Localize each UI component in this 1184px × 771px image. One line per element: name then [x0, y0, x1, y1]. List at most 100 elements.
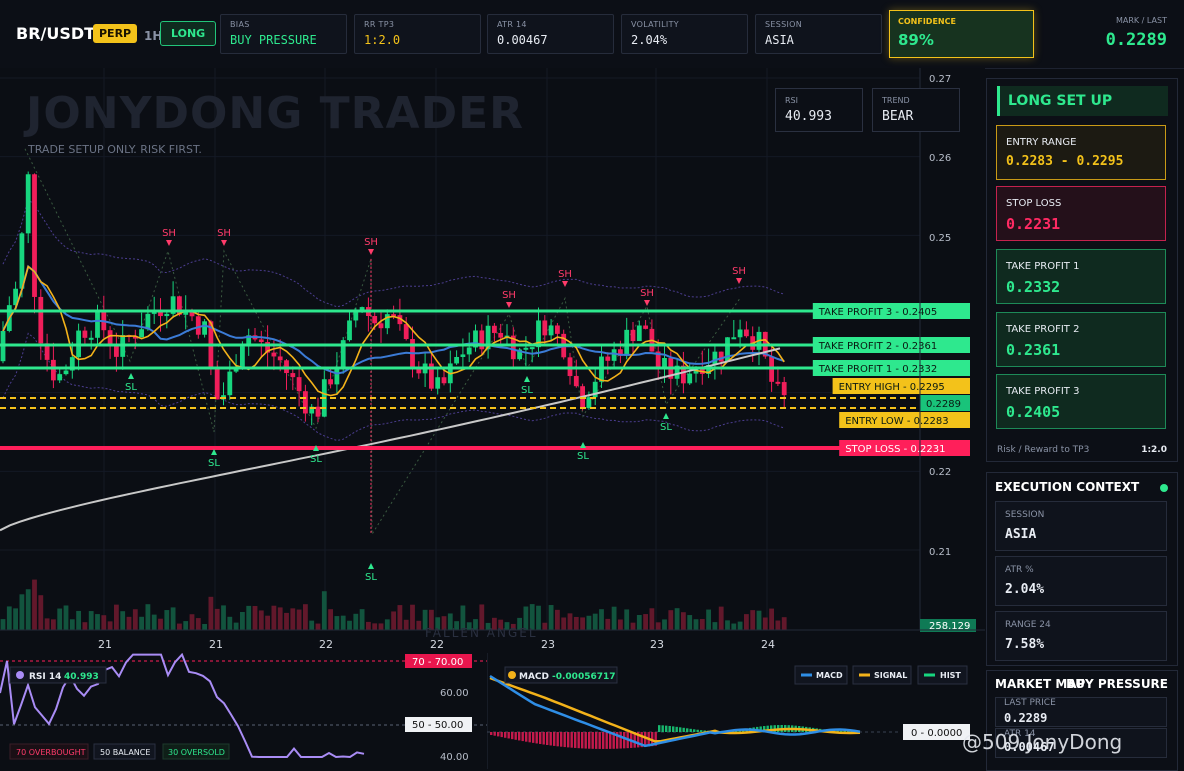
candle-body — [353, 311, 359, 321]
long-setup-title-bar: LONG SET UP — [997, 86, 1168, 116]
direction-badge: LONG — [160, 21, 217, 46]
candle-body — [378, 323, 384, 329]
swing-high-label: SH — [502, 290, 516, 301]
macd-panel[interactable]: MACD -0.00056717 MACD SIGNAL HIST 0 - 0.… — [487, 653, 985, 769]
candle-body — [214, 368, 220, 400]
context-label: SESSION — [1005, 510, 1045, 520]
take-profit-3-card[interactable]: TAKE PROFIT 3 0.2405 — [996, 374, 1166, 429]
volume-bar — [114, 604, 119, 630]
volume-bar — [195, 618, 201, 630]
take-profit-1-card[interactable]: TAKE PROFIT 1 0.2332 — [996, 249, 1166, 304]
volume-bar — [699, 619, 705, 630]
histogram-bar — [577, 732, 580, 749]
volume-bar — [88, 611, 94, 630]
volume-bar — [334, 616, 340, 630]
volume-bar — [139, 616, 144, 630]
histogram-bar — [556, 732, 559, 747]
x-tick: 21 — [209, 638, 223, 651]
long-setup-panel: LONG SET UP ENTRY RANGE 0.2283 - 0.2295 … — [986, 78, 1178, 462]
histogram-bar — [623, 732, 626, 749]
histogram-bar — [525, 732, 528, 742]
candle-body — [435, 377, 441, 389]
volume-bar — [687, 615, 693, 630]
volume-bar — [183, 621, 189, 630]
last-price-card: LAST PRICE 0.2289 — [995, 697, 1167, 727]
y-tick: 0.25 — [929, 233, 951, 244]
level-tag-label: TAKE PROFIT 2 - 0.2361 — [818, 341, 937, 352]
swing-low-label: SL — [365, 572, 377, 583]
macd-dot-icon — [508, 671, 516, 679]
rsi-panel[interactable]: RSI 14 40.993 70 OVERBOUGHT 50 BALANCE 3… — [0, 653, 487, 769]
histogram-bar — [581, 732, 584, 749]
volume-bar — [643, 614, 648, 630]
volume-bar — [391, 611, 396, 630]
volume-bar — [151, 614, 157, 630]
candle-body — [51, 359, 56, 381]
volume-bar — [359, 609, 365, 630]
volume-bar — [0, 619, 6, 630]
rsi-title: RSI 14 — [29, 672, 61, 682]
histogram-bar — [546, 732, 549, 746]
histogram-bar — [619, 732, 622, 749]
volume-bar — [284, 612, 289, 630]
symbol-label[interactable]: BR/USDT — [16, 24, 95, 43]
macd-title: MACD — [519, 672, 549, 682]
histogram-bar — [696, 729, 699, 732]
histogram-bar — [686, 728, 689, 732]
histogram-bar — [560, 732, 563, 747]
take-profit-2-card[interactable]: TAKE PROFIT 2 0.2361 — [996, 312, 1166, 367]
execution-context-title: EXECUTION CONTEXT — [995, 480, 1140, 494]
y-tick: 0.22 — [929, 467, 951, 478]
volume-bar — [706, 609, 711, 630]
confidence-card: CONFIDENCE 89% — [889, 10, 1034, 58]
atr-context-card: ATR % 2.04% — [995, 556, 1167, 606]
trend-box: TREND BEAR — [872, 88, 960, 132]
histogram-bar — [693, 729, 696, 732]
volume-bar — [555, 609, 560, 630]
candle-body — [158, 311, 163, 317]
volume-bar — [611, 606, 617, 630]
stop-loss-card[interactable]: STOP LOSS 0.2231 — [996, 186, 1166, 241]
volume-bar — [378, 623, 384, 630]
last-price-label: LAST PRICE — [1004, 698, 1056, 708]
take-profit-2-value: 0.2361 — [1006, 341, 1061, 359]
bias-value: BUY PRESSURE — [230, 33, 317, 47]
volume-bar — [756, 610, 762, 630]
volume-bar — [567, 613, 573, 630]
histogram-bar — [700, 730, 703, 732]
volume-bar — [410, 604, 415, 630]
stop-loss-value: 0.2231 — [1006, 215, 1061, 233]
candle-body — [258, 339, 264, 343]
price-chart[interactable]: TAKE PROFIT 3 - 0.2405 TAKE PROFIT 2 - 0.… — [0, 68, 985, 660]
legend-macd-label: MACD — [816, 671, 843, 680]
histogram-bar — [668, 725, 671, 732]
volume-bar — [561, 617, 567, 630]
histogram-bar — [609, 732, 612, 749]
mark-value: 0.2289 — [1105, 30, 1167, 50]
histogram-bar — [605, 732, 608, 749]
volume-bar — [145, 604, 151, 630]
candle-body — [95, 310, 100, 338]
volume-bar — [712, 622, 718, 630]
chart-watermark: JONYDONG TRADER — [26, 88, 525, 139]
take-profit-2-label: TAKE PROFIT 2 — [1006, 324, 1080, 335]
swing-low-label: SL — [125, 382, 137, 393]
volume-bar — [573, 616, 579, 630]
volume-bar — [781, 617, 787, 630]
entry-range-card[interactable]: ENTRY RANGE 0.2283 - 0.2295 — [996, 125, 1166, 180]
swing-high-label: SH — [364, 237, 378, 248]
session-card: SESSION ASIA — [755, 14, 882, 54]
context-value: 7.58% — [1005, 637, 1045, 652]
long-setup-title: LONG SET UP — [1008, 93, 1113, 109]
volatility-value: 2.04% — [631, 33, 668, 47]
swing-high-label: SH — [162, 228, 176, 239]
swing-high-label: SH — [732, 266, 746, 277]
bias-label: BIAS — [230, 20, 250, 29]
candle-body — [611, 349, 617, 361]
volume-bar — [101, 615, 107, 630]
volatility-label: VOLATILITY — [631, 20, 679, 29]
take-profit-1-label: TAKE PROFIT 1 — [1006, 261, 1080, 272]
histogram-bar — [602, 732, 605, 749]
candle-body — [88, 337, 94, 340]
volume-bar — [63, 605, 69, 630]
